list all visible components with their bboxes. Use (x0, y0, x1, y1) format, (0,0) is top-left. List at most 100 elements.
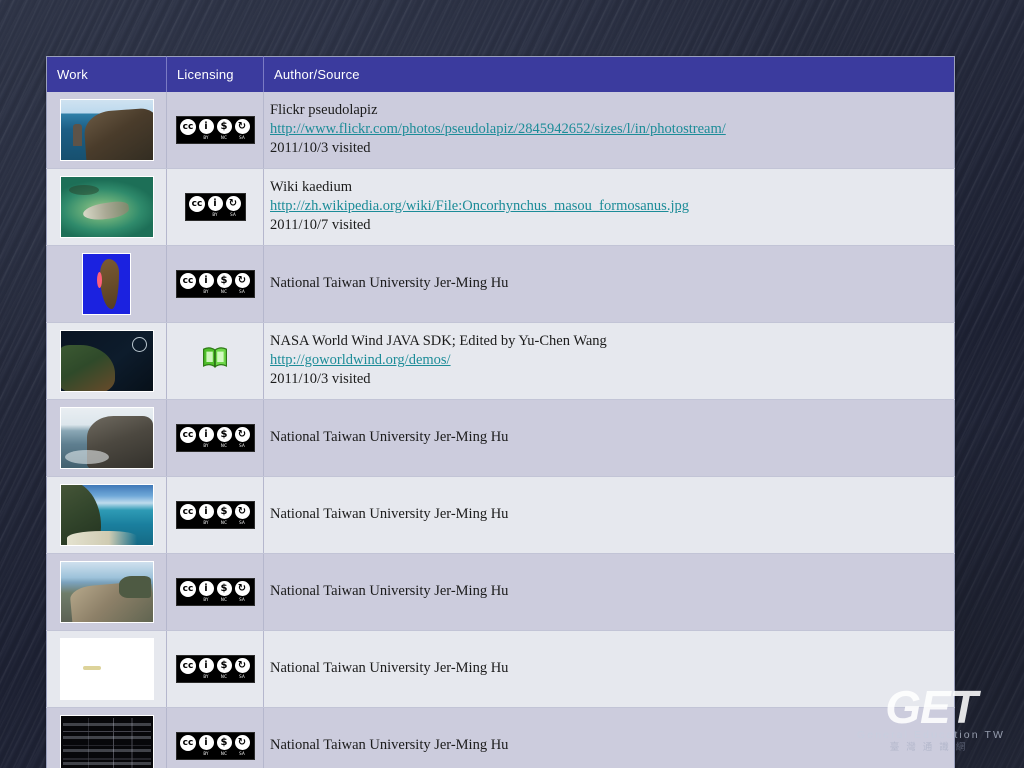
work-thumbnail (59, 175, 154, 238)
cc-license-badge: cc i BY $ NC ↻ SA (175, 423, 255, 452)
column-header-work[interactable]: Work (46, 56, 167, 92)
column-header-author[interactable]: Author/Source (263, 56, 955, 92)
table-row[interactable]: cc i BY ↻ SA Wiki kaedium http://zh.wikipedia.… (46, 168, 955, 246)
cc-cc-icon: cc (180, 657, 197, 680)
cc-nc-icon: $ NC (216, 427, 233, 448)
license-cell: cc i BY $ NC ↻ SA (166, 399, 264, 477)
work-thumbnail (59, 714, 154, 768)
cc-license-badge: cc i BY $ NC ↻ SA (175, 654, 255, 683)
cc-sa-icon: ↻ SA (234, 273, 251, 294)
cc-license-badge: cc i BY $ NC ↻ SA (175, 500, 255, 529)
author-source-cell: National Taiwan University Jer-Ming Hu (263, 399, 955, 477)
cc-sa-icon: ↻ SA (234, 119, 251, 140)
author-source-cell: NASA World Wind JAVA SDK; Edited by Yu-C… (263, 322, 955, 400)
cc-by-icon: i BY (198, 658, 215, 679)
work-thumbnail (59, 560, 154, 623)
license-cell (166, 322, 264, 400)
cc-by-icon: i BY (198, 119, 215, 140)
visited-date: 2011/10/3 visited (270, 371, 371, 388)
author-name: National Taiwan University Jer-Ming Hu (270, 505, 509, 522)
logo-tagline-zh: 臺灣通識網 (889, 742, 973, 753)
work-cell (46, 245, 167, 323)
cc-license-badge: cc i BY $ NC ↻ SA (175, 731, 255, 760)
author-name: Wiki kaedium (270, 178, 352, 195)
source-url-link[interactable]: http://zh.wikipedia.org/wiki/File:Oncorh… (270, 197, 689, 216)
author-name: National Taiwan University Jer-Ming Hu (270, 274, 509, 291)
author-source-cell: Wiki kaedium http://zh.wikipedia.org/wiki… (263, 168, 955, 246)
cc-license-badge: cc i BY $ NC ↻ SA (175, 269, 255, 298)
column-header-license[interactable]: Licensing (166, 56, 264, 92)
author-source-cell: National Taiwan University Jer-Ming Hu (263, 553, 955, 631)
work-cell (46, 399, 167, 477)
work-thumbnail (59, 98, 154, 161)
cc-by-icon: i BY (198, 581, 215, 602)
author-source-cell: National Taiwan University Jer-Ming Hu (263, 245, 955, 323)
work-thumbnail (59, 637, 154, 700)
table-header-row: Work Licensing Author/Source (46, 56, 955, 92)
work-thumbnail (82, 252, 131, 315)
cc-cc-icon: cc (180, 580, 197, 603)
author-source-cell: National Taiwan University Jer-Ming Hu (263, 476, 955, 554)
license-cell: cc i BY $ NC ↻ SA (166, 245, 264, 323)
work-thumbnail (59, 483, 154, 546)
author-name: National Taiwan University Jer-Ming Hu (270, 736, 509, 753)
cc-sa-icon: ↻ SA (234, 658, 251, 679)
cc-sa-icon: ↻ SA (234, 427, 251, 448)
cc-by-icon: i BY (198, 273, 215, 294)
table-row[interactable]: cc i BY $ NC ↻ SA National Taiwan University Je… (46, 630, 955, 708)
cc-nc-icon: $ NC (216, 581, 233, 602)
cc-cc-icon: cc (180, 734, 197, 757)
work-cell (46, 630, 167, 708)
attribution-table: Work Licensing Author/Source cc i BY $ NC ↻ SA… (46, 56, 955, 768)
table-row[interactable]: cc i BY $ NC ↻ SA National Taiwan University Je… (46, 399, 955, 477)
cc-cc-icon: cc (180, 272, 197, 295)
table-row[interactable]: cc i BY $ NC ↻ SA National Taiwan University Je… (46, 707, 955, 768)
green-open-book-icon (202, 346, 228, 375)
table-row[interactable]: cc i BY $ NC ↻ SA National Taiwan University Je… (46, 476, 955, 554)
logo-tagline-en: General Education TW (856, 729, 1006, 741)
cc-license-badge: cc i BY ↻ SA (184, 192, 246, 221)
cc-sa-icon: ↻ SA (234, 735, 251, 756)
cc-license-badge: cc i BY $ NC ↻ SA (175, 577, 255, 606)
table-row[interactable]: cc i BY $ NC ↻ SA National Taiwan University Je… (46, 553, 955, 631)
table-row[interactable]: cc i BY $ NC ↻ SA National Taiwan University Je… (46, 245, 955, 323)
get-logo: GET General Education TW 臺灣通識網 (856, 684, 1006, 754)
cc-by-icon: i BY (198, 735, 215, 756)
cc-nc-icon: $ NC (216, 119, 233, 140)
work-cell (46, 168, 167, 246)
cc-by-icon: i BY (198, 427, 215, 448)
author-source-cell: Flickr pseudolapiz http://www.flickr.com/… (263, 91, 955, 169)
cc-cc-icon: cc (189, 195, 206, 218)
source-url-link[interactable]: http://www.flickr.com/photos/pseudolapiz… (270, 120, 726, 139)
cc-nc-icon: $ NC (216, 273, 233, 294)
work-cell (46, 553, 167, 631)
cc-nc-icon: $ NC (216, 735, 233, 756)
license-cell: cc i BY ↻ SA (166, 168, 264, 246)
cc-nc-icon: $ NC (216, 504, 233, 525)
table-row[interactable]: NASA World Wind JAVA SDK; Edited by Yu-C… (46, 322, 955, 400)
author-source-cell: National Taiwan University Jer-Ming Hu (263, 707, 955, 768)
author-name: Flickr pseudolapiz (270, 101, 378, 118)
license-cell: cc i BY $ NC ↻ SA (166, 630, 264, 708)
cc-license-badge: cc i BY $ NC ↻ SA (175, 115, 255, 144)
work-thumbnail (59, 406, 154, 469)
visited-date: 2011/10/7 visited (270, 217, 371, 234)
author-name: National Taiwan University Jer-Ming Hu (270, 582, 509, 599)
work-cell (46, 476, 167, 554)
cc-cc-icon: cc (180, 426, 197, 449)
source-url-link[interactable]: http://goworldwind.org/demos/ (270, 351, 451, 370)
license-cell: cc i BY $ NC ↻ SA (166, 553, 264, 631)
license-cell: cc i BY $ NC ↻ SA (166, 476, 264, 554)
cc-nc-icon: $ NC (216, 658, 233, 679)
cc-sa-icon: ↻ SA (225, 196, 242, 217)
cc-by-icon: i BY (207, 196, 224, 217)
author-source-cell: National Taiwan University Jer-Ming Hu (263, 630, 955, 708)
work-thumbnail (59, 329, 154, 392)
cc-sa-icon: ↻ SA (234, 581, 251, 602)
author-name: National Taiwan University Jer-Ming Hu (270, 428, 509, 445)
cc-cc-icon: cc (180, 503, 197, 526)
cc-sa-icon: ↻ SA (234, 504, 251, 525)
table-row[interactable]: cc i BY $ NC ↻ SA Flickr pseudolapiz http://www.… (46, 91, 955, 169)
license-cell: cc i BY $ NC ↻ SA (166, 707, 264, 768)
cc-cc-icon: cc (180, 118, 197, 141)
